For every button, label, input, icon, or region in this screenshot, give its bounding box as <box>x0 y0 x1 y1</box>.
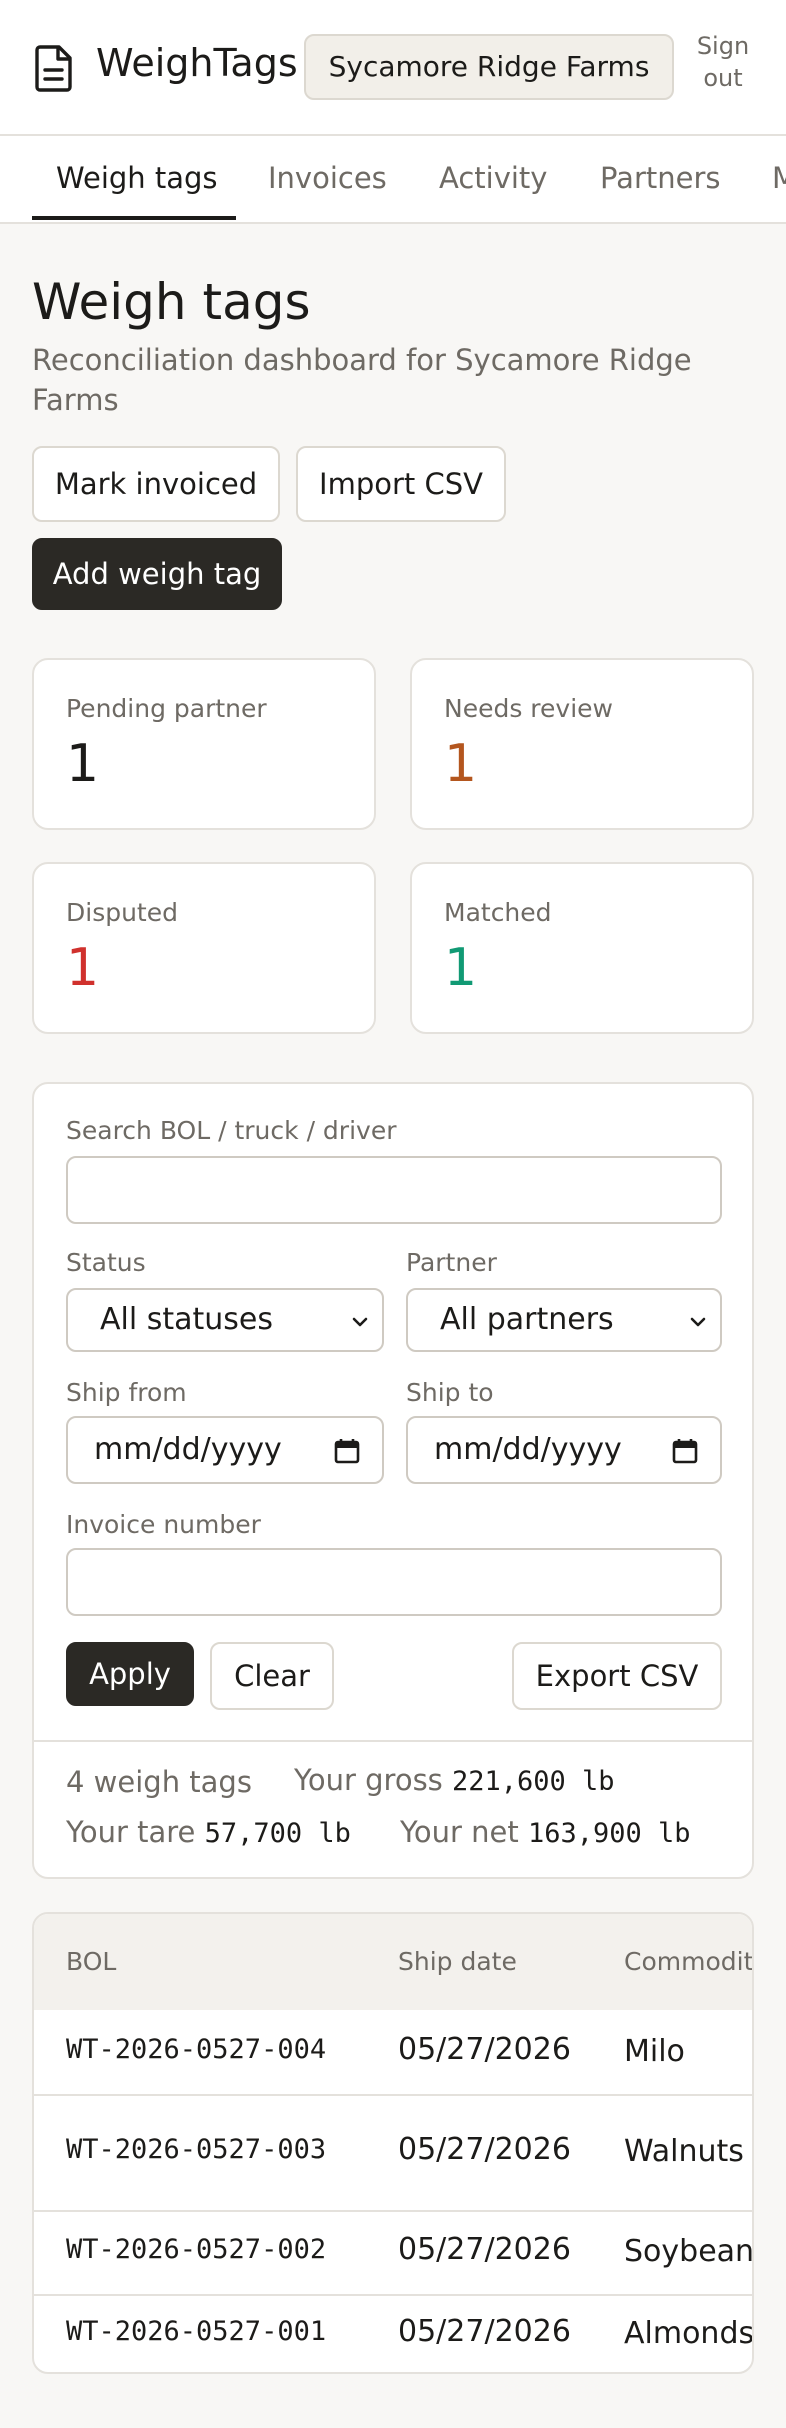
tab-more[interactable]: M <box>772 158 786 198</box>
net-total: Your net 163,900 lb <box>400 1812 691 1854</box>
calendar-icon[interactable] <box>334 1438 360 1464</box>
ship-to-label: Ship to <box>406 1378 494 1407</box>
invoice-number-input[interactable] <box>66 1548 722 1616</box>
partner-select[interactable]: All partners <box>406 1288 722 1352</box>
tare-label: Your tare <box>66 1815 196 1849</box>
stat-pending-partner: Pending partner 1 <box>32 658 376 830</box>
stat-value: 1 <box>444 734 478 794</box>
calendar-icon[interactable] <box>672 1438 698 1464</box>
cell-ship-date: 05/27/2026 <box>398 2032 571 2067</box>
partner-label: Partner <box>406 1248 497 1277</box>
cell-bol: WT-2026-0527-002 <box>66 2234 327 2265</box>
gross-value: 221,600 lb <box>452 1766 615 1797</box>
tab-weigh-tags[interactable]: Weigh tags <box>56 158 218 198</box>
cell-commodity: Almonds <box>624 2316 754 2351</box>
app-header: WeighTags Sycamore Ridge Farms Sign out <box>0 0 786 136</box>
table-row[interactable]: WT-2026-0527-001 05/27/2026 Almonds <box>34 2294 754 2372</box>
stat-label: Matched <box>444 898 552 927</box>
mark-invoiced-button[interactable]: Mark invoiced <box>32 446 280 522</box>
stat-label: Disputed <box>66 898 178 927</box>
stat-value: 1 <box>66 938 100 998</box>
cell-bol: WT-2026-0527-003 <box>66 2134 327 2165</box>
cell-commodity: Milo <box>624 2034 685 2069</box>
cell-commodity: Walnuts <box>624 2134 744 2169</box>
status-select-value: All statuses <box>100 1302 273 1337</box>
net-value: 163,900 lb <box>527 1818 691 1849</box>
active-tab-indicator <box>32 216 236 220</box>
cell-bol: WT-2026-0527-001 <box>66 2316 327 2347</box>
tare-total: Your tare 57,700 lb <box>66 1812 351 1854</box>
cell-commodity: Soybeans <box>624 2234 754 2269</box>
document-icon <box>35 45 72 92</box>
gross-label: Your gross <box>294 1763 443 1797</box>
chevron-down-icon <box>690 1317 706 1327</box>
partner-select-value: All partners <box>440 1302 614 1337</box>
stat-label: Pending partner <box>66 694 267 723</box>
search-input[interactable] <box>66 1156 722 1224</box>
export-csv-button[interactable]: Export CSV <box>512 1642 722 1710</box>
gross-total: Your gross 221,600 lb <box>294 1760 615 1802</box>
main-tabs: Weigh tags Invoices Activity Partners M <box>0 136 786 224</box>
search-label: Search BOL / truck / driver <box>66 1116 397 1145</box>
ship-to-date-input[interactable]: mm/dd/yyyy <box>406 1416 722 1484</box>
tare-value: 57,700 lb <box>204 1818 351 1849</box>
status-label: Status <box>66 1248 146 1277</box>
ship-from-date-input[interactable]: mm/dd/yyyy <box>66 1416 384 1484</box>
import-csv-button[interactable]: Import CSV <box>296 446 506 522</box>
results-summary: 4 weigh tags Your gross 221,600 lb Your … <box>34 1740 752 1877</box>
invoice-number-label: Invoice number <box>66 1510 261 1539</box>
tab-invoices[interactable]: Invoices <box>268 158 387 198</box>
status-select[interactable]: All statuses <box>66 1288 384 1352</box>
tab-activity[interactable]: Activity <box>439 158 547 198</box>
table-row[interactable]: WT-2026-0527-004 05/27/2026 Milo <box>34 2010 752 2092</box>
net-label: Your net <box>400 1815 519 1849</box>
cell-ship-date: 05/27/2026 <box>398 2232 571 2267</box>
stat-needs-review: Needs review 1 <box>410 658 754 830</box>
column-header-ship-date[interactable]: Ship date <box>398 1942 517 1982</box>
stat-matched: Matched 1 <box>410 862 754 1034</box>
cell-ship-date: 05/27/2026 <box>398 2132 571 2167</box>
clear-button[interactable]: Clear <box>210 1642 334 1710</box>
result-count: 4 weigh tags <box>66 1765 252 1799</box>
tab-partners[interactable]: Partners <box>600 158 721 198</box>
ship-from-label: Ship from <box>66 1378 187 1407</box>
apply-button[interactable]: Apply <box>66 1642 194 1706</box>
filter-panel: Search BOL / truck / driver Status All s… <box>32 1082 754 1879</box>
ship-to-value: mm/dd/yyyy <box>434 1432 622 1467</box>
page-subtitle: Reconciliation dashboard for Sycamore Ri… <box>32 343 692 417</box>
stat-disputed: Disputed 1 <box>32 862 376 1034</box>
weigh-tags-table: BOL Ship date Commodity WT-2026-0527-004… <box>32 1912 754 2374</box>
stat-value: 1 <box>66 734 100 794</box>
table-row[interactable]: WT-2026-0527-002 05/27/2026 Soybeans <box>34 2210 752 2294</box>
cell-ship-date: 05/27/2026 <box>398 2314 571 2349</box>
ship-from-value: mm/dd/yyyy <box>94 1432 282 1467</box>
page-title: Weigh tags <box>32 273 311 331</box>
stat-label: Needs review <box>444 694 613 723</box>
organization-switcher[interactable]: Sycamore Ridge Farms <box>304 34 674 100</box>
add-weigh-tag-button[interactable]: Add weigh tag <box>32 538 282 610</box>
chevron-down-icon <box>352 1317 368 1327</box>
table-header: BOL Ship date Commodity <box>34 1914 752 2010</box>
column-header-commodity[interactable]: Commodity <box>624 1942 752 1982</box>
column-header-bol[interactable]: BOL <box>66 1942 116 1982</box>
cell-bol: WT-2026-0527-004 <box>66 2034 327 2065</box>
table-row[interactable]: WT-2026-0527-003 05/27/2026 Walnuts <box>34 2094 752 2210</box>
app-brand: WeighTags <box>96 41 298 85</box>
sign-out-link[interactable]: Sign out <box>686 30 760 94</box>
stat-value: 1 <box>444 938 478 998</box>
